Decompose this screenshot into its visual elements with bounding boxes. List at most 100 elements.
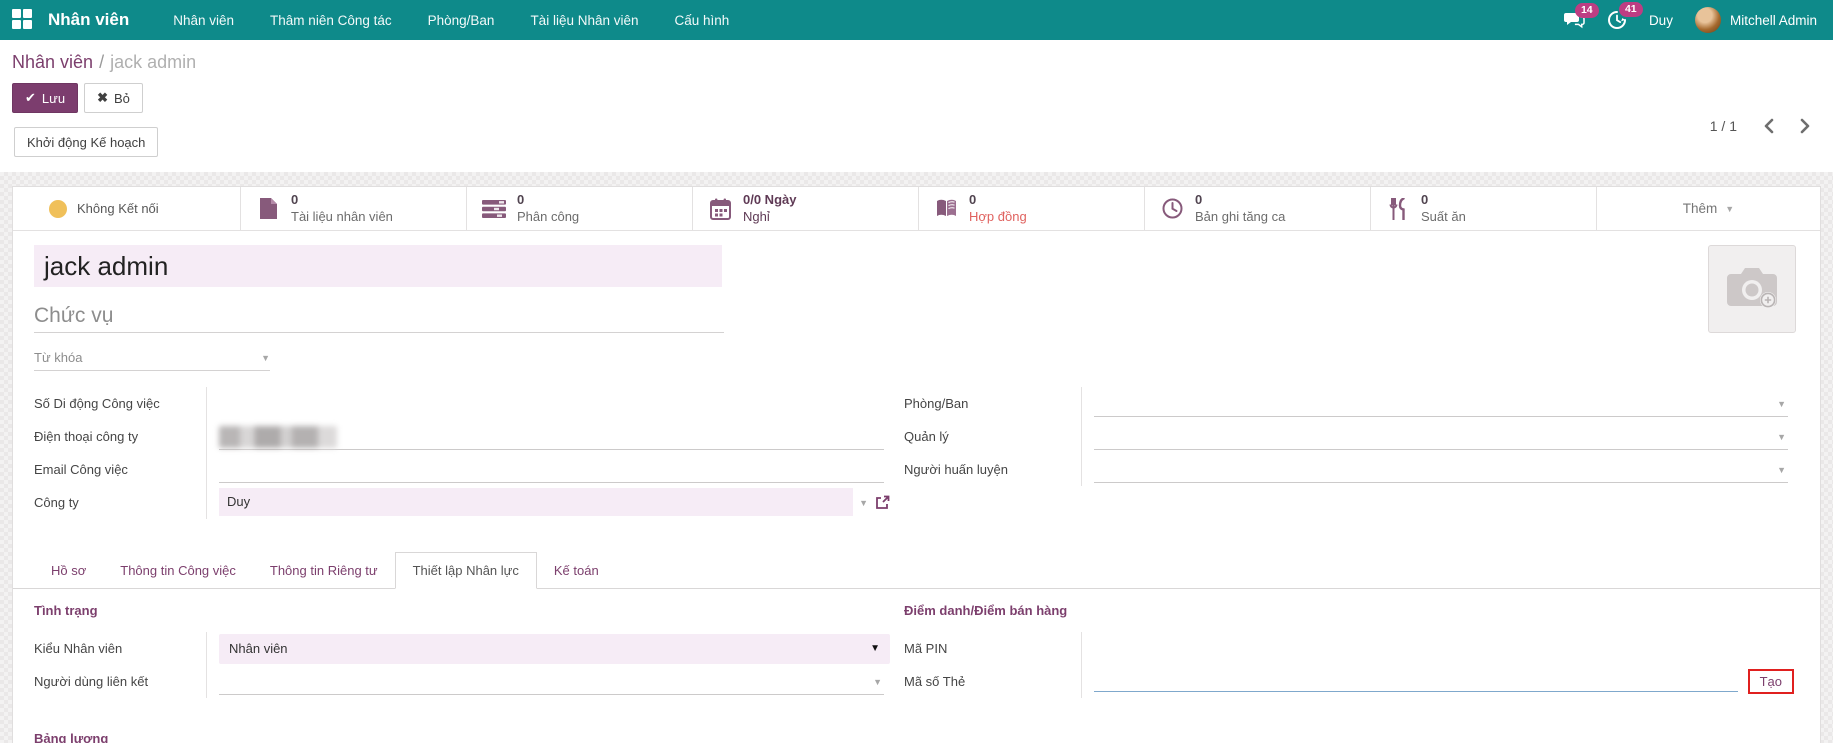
activities-button[interactable]: 41 [1607,10,1627,30]
stat-button-overtime[interactable]: 0Bản ghi tăng ca [1145,187,1371,230]
left-field-group: Số Di động Công việc Điện thoại công ty … [34,387,890,519]
camera-icon [1725,266,1779,312]
manager-input[interactable]: ▼ [1081,420,1788,453]
control-panel: Nhân viên/jack admin ✔Lưu ✖Bỏ 1 / 1 Khởi… [0,40,1833,172]
form-sheet: Không Kết nối 0Tài liệu nhân viên 0Phân … [12,186,1821,743]
discard-button[interactable]: ✖Bỏ [84,83,143,113]
messages-button[interactable]: 14 [1563,11,1585,29]
connection-label: Không Kết nối [77,201,159,216]
department-input[interactable]: ▼ [1081,387,1788,420]
tasks-icon [481,199,507,219]
chevron-down-icon: ▼ [870,643,880,654]
tab-resume[interactable]: Hồ sơ [34,553,103,588]
user-menu[interactable]: Mitchell Admin [1695,7,1817,33]
company-value[interactable]: Duy [219,488,853,516]
tab-hr-settings[interactable]: Thiết lập Nhân lực [395,552,537,589]
menu-item-employees[interactable]: Nhân viên [159,3,248,38]
menu-item-configuration[interactable]: Cấu hình [661,3,744,38]
tags-input[interactable]: Từ khóa▼ [34,345,270,371]
breadcrumb-parent[interactable]: Nhân viên [12,52,93,72]
employee-type-label: Kiểu Nhân viên [34,641,206,656]
external-link-icon[interactable] [875,495,890,510]
department-label: Phòng/Ban [904,396,1081,411]
stat-more-dropdown[interactable]: Thêm▼ [1597,187,1820,230]
photo-upload-box[interactable] [1708,245,1796,333]
calendar-icon [707,198,733,220]
caret-down-icon: ▼ [1777,399,1786,409]
content-area: Không Kết nối 0Tài liệu nhân viên 0Phân … [0,172,1833,743]
user-avatar [1695,7,1721,33]
chevron-left-icon[interactable] [1763,118,1774,134]
caret-down-icon: ▼ [1777,432,1786,442]
notebook-tabs: Hồ sơ Thông tin Công việc Thông tin Riên… [13,549,1820,589]
main-menu: Nhân viên Thâm niên Công tác Phòng/Ban T… [159,3,743,38]
top-navbar: Nhân viên Nhân viên Thâm niên Công tác P… [0,0,1833,40]
work-email-input[interactable] [206,453,890,486]
caret-down-icon[interactable]: ▼ [859,498,868,508]
stat-button-contracts[interactable]: 0Hợp đồng [919,187,1145,230]
coach-input[interactable]: ▼ [1081,453,1788,486]
stat-button-documents[interactable]: 0Tài liệu nhân viên [241,187,467,230]
menu-item-documents[interactable]: Tài liệu Nhân viên [516,3,652,38]
company-switcher[interactable]: Duy [1649,13,1673,28]
tab-work-information[interactable]: Thông tin Công việc [103,553,253,588]
employee-form-page: Nhân viên Nhân viên Thâm niên Công tác P… [0,0,1833,743]
related-user-input[interactable]: ▼ [206,665,890,698]
clock-icon [1159,198,1185,219]
messages-badge: 14 [1575,3,1599,18]
payroll-group-title: Bảng lương [34,731,108,743]
caret-down-icon: ▼ [261,353,270,363]
manager-label: Quản lý [904,429,1081,444]
stat-button-planning[interactable]: 0Phân công [467,187,693,230]
attendance-pos-group: Điểm danh/Điểm bán hàng Mã PIN Mã số Thẻ… [904,603,1794,698]
chevron-right-icon[interactable] [1800,118,1811,134]
badge-id-input[interactable]: Tạo [1081,665,1794,698]
employee-type-select[interactable]: Nhân viên▼ [206,632,890,665]
badge-id-label: Mã số Thẻ [904,674,1081,689]
job-position-input[interactable]: Chức vụ [34,299,724,333]
status-group-title: Tình trạng [34,603,890,618]
coach-label: Người huấn luyện [904,462,1081,477]
book-icon [933,198,959,219]
company-field[interactable]: Duy ▼ [206,486,890,519]
apps-grid-icon[interactable] [12,9,34,31]
document-icon [255,197,281,220]
generate-badge-button[interactable]: Tạo [1748,669,1794,694]
activities-badge: 41 [1619,2,1643,17]
tab-accounting[interactable]: Kế toán [537,553,616,588]
work-phone-label: Điện thoại công ty [34,429,206,444]
pin-input[interactable] [1081,632,1794,665]
breadcrumb-current: jack admin [110,52,196,72]
check-icon: ✔ [25,90,36,106]
statusbar: Không Kết nối 0Tài liệu nhân viên 0Phân … [13,187,1820,231]
launch-plan-button[interactable]: Khởi động Kế hoạch [14,127,158,157]
caret-down-icon: ▼ [873,677,882,687]
pin-label: Mã PIN [904,641,1081,656]
caret-down-icon: ▼ [1725,204,1734,214]
employee-name-input[interactable]: jack admin [34,245,722,287]
save-button[interactable]: ✔Lưu [12,83,78,113]
mobile-label: Số Di động Công việc [34,396,206,411]
menu-item-departments[interactable]: Phòng/Ban [414,3,509,38]
stat-button-meals[interactable]: 0Suất ăn [1371,187,1597,230]
work-phone-input[interactable] [206,420,890,453]
redacted-phone-value [219,426,337,448]
right-field-group: Phòng/Ban ▼ Quản lý ▼ Người huấn luyện [904,387,1788,486]
mobile-input[interactable] [206,387,890,420]
status-group: Tình trạng Kiểu Nhân viên Nhân viên▼ Ngư… [34,603,890,698]
menu-item-seniority[interactable]: Thâm niên Công tác [256,3,406,38]
cutlery-icon [1385,198,1411,220]
caret-down-icon: ▼ [1777,465,1786,475]
attendance-pos-group-title: Điểm danh/Điểm bán hàng [904,603,1794,618]
connection-status: Không Kết nối [13,187,241,230]
app-title[interactable]: Nhân viên [48,10,129,30]
breadcrumb: Nhân viên/jack admin [0,40,1833,73]
status-dot-icon [49,200,67,218]
breadcrumb-separator: / [93,52,110,72]
close-icon: ✖ [97,90,108,106]
user-name: Mitchell Admin [1730,13,1817,28]
stat-button-time-off[interactable]: 0/0 NgàyNghỉ [693,187,919,230]
tab-private-information[interactable]: Thông tin Riêng tư [253,553,395,588]
pager-value: 1 / 1 [1710,118,1737,134]
related-user-label: Người dùng liên kết [34,674,206,689]
